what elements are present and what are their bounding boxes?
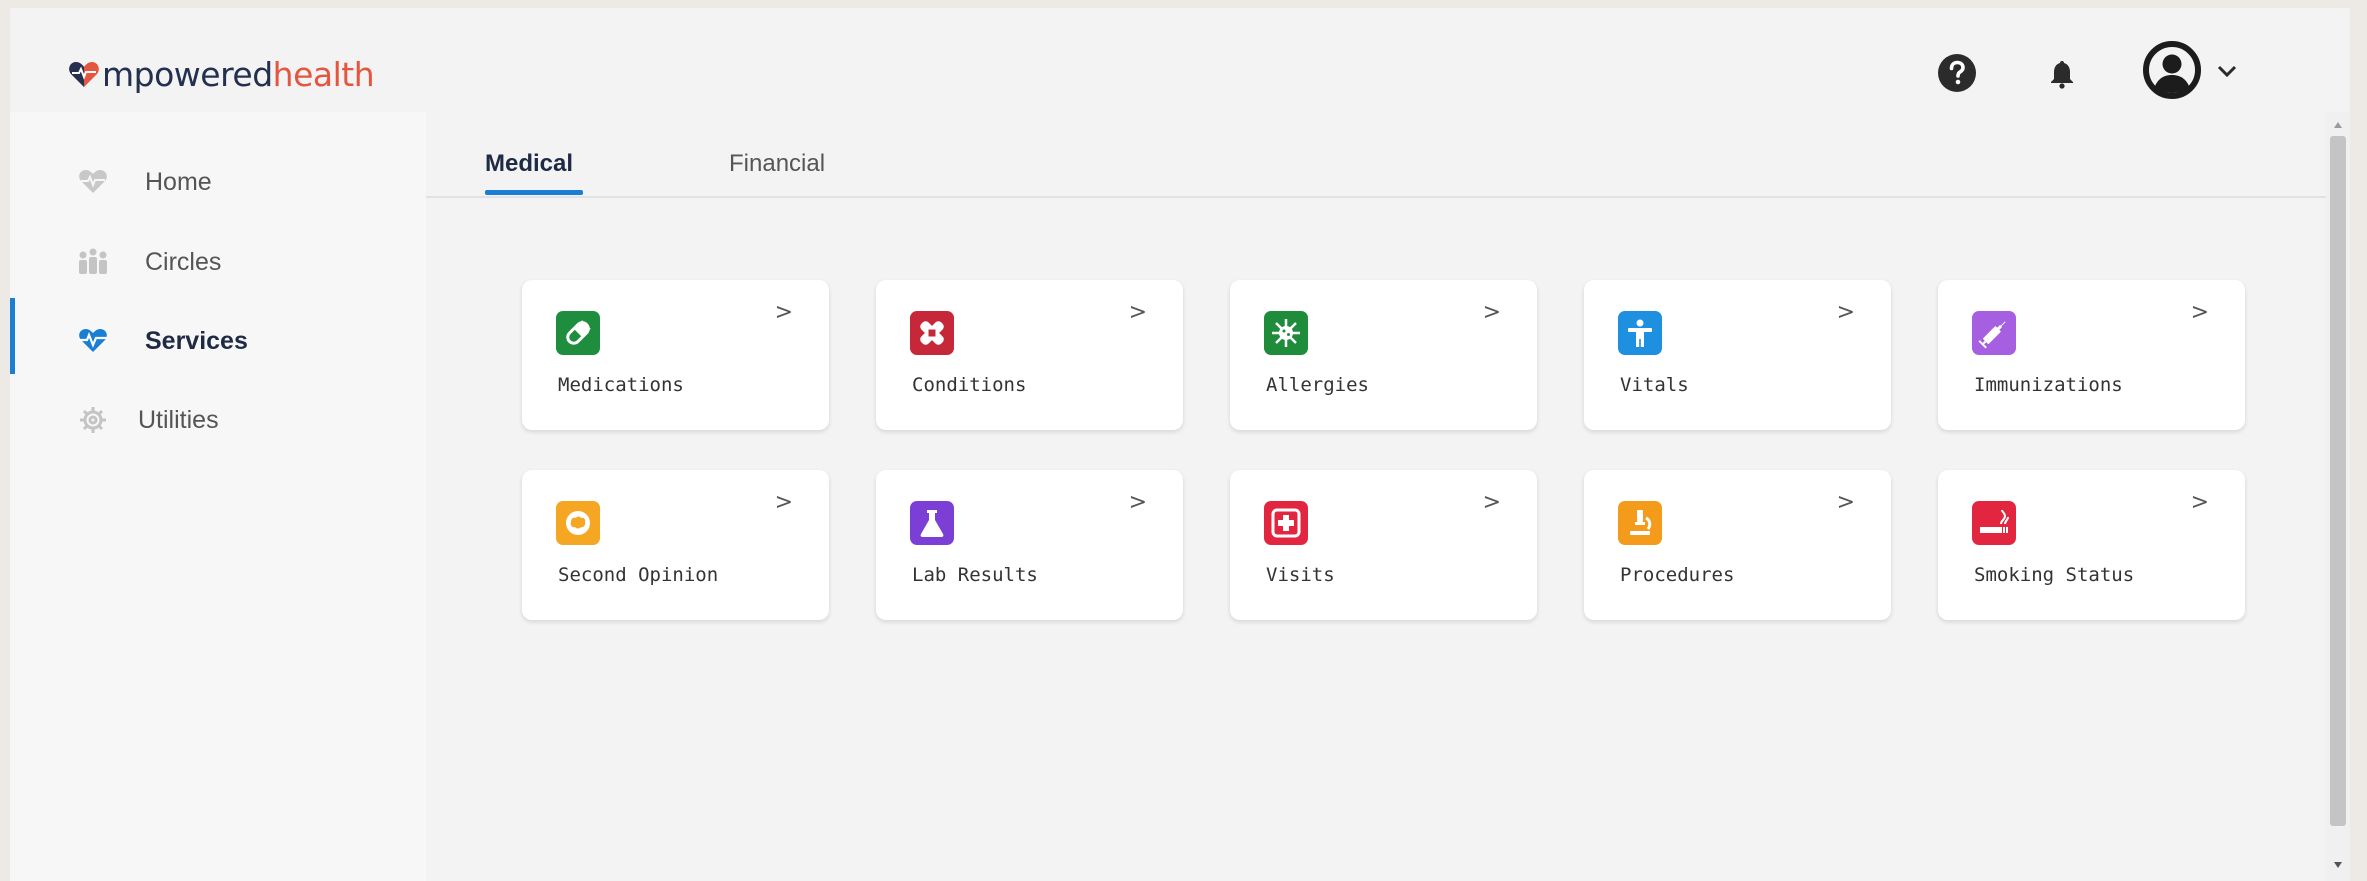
person-icon — [1618, 311, 1662, 355]
chevron-right-icon: > — [1128, 300, 1147, 325]
chevron-right-icon: > — [774, 300, 793, 325]
pill-icon — [556, 311, 600, 355]
card-label: Allergies — [1266, 374, 1369, 396]
bandage-icon — [910, 311, 954, 355]
card-lab-results[interactable]: > Lab Results — [876, 470, 1183, 620]
chevron-right-icon: > — [1836, 490, 1855, 515]
card-label: Conditions — [912, 374, 1027, 396]
card-label: Medications — [558, 374, 684, 396]
scroll-up-icon[interactable] — [2333, 120, 2343, 130]
brain-icon — [556, 501, 600, 545]
chevron-right-icon: > — [774, 490, 793, 515]
microscope-icon — [1618, 501, 1662, 545]
sidebar-item-label: Utilities — [138, 405, 219, 434]
chevron-right-icon: > — [2190, 300, 2209, 325]
smoking-icon — [1972, 501, 2016, 545]
card-medications[interactable]: > Medications — [522, 280, 829, 430]
tab-financial[interactable]: Financial — [729, 150, 825, 178]
logo-heart-icon — [69, 62, 99, 87]
user-avatar-icon[interactable] — [2140, 38, 2204, 102]
sidebar-item-label: Circles — [145, 247, 222, 276]
card-conditions[interactable]: > Conditions — [876, 280, 1183, 430]
scrollbar-thumb[interactable] — [2330, 136, 2346, 826]
vertical-scrollbar[interactable] — [2326, 112, 2350, 881]
help-icon[interactable] — [1935, 51, 1979, 95]
card-label: Lab Results — [912, 564, 1038, 586]
chevron-right-icon: > — [1482, 300, 1501, 325]
chevron-right-icon: > — [1128, 490, 1147, 515]
tab-medical[interactable]: Medical — [485, 150, 573, 178]
card-label: Vitals — [1620, 374, 1689, 396]
sidebar-item-label: Services — [145, 326, 248, 355]
card-immunizations[interactable]: > Immunizations — [1938, 280, 2245, 430]
top-bar: mpowered health — [10, 8, 2350, 112]
card-label: Smoking Status — [1974, 564, 2135, 586]
chevron-right-icon: > — [1836, 300, 1855, 325]
heart-icon — [76, 165, 110, 199]
virus-icon — [1264, 311, 1308, 355]
card-procedures[interactable]: > Procedures — [1584, 470, 1891, 620]
syringe-icon — [1972, 311, 2016, 355]
card-label: Procedures — [1620, 564, 1735, 586]
card-second-opinion[interactable]: > Second Opinion — [522, 470, 829, 620]
gear-icon — [76, 403, 110, 437]
card-allergies[interactable]: > Allergies — [1230, 280, 1537, 430]
heartbeat-icon — [76, 324, 110, 358]
active-tab-indicator — [485, 190, 583, 195]
sidebar-item-home[interactable]: Home — [10, 149, 426, 215]
brand-logo[interactable]: mpowered health — [68, 52, 375, 96]
card-label: Visits — [1266, 564, 1335, 586]
card-vitals[interactable]: > Vitals — [1584, 280, 1891, 430]
sidebar-item-utilities[interactable]: Utilities — [10, 387, 426, 453]
main-content: Medical Financial > Medications > Condit… — [426, 112, 2350, 881]
people-icon — [76, 245, 110, 279]
logo-text-accent: health — [272, 54, 375, 94]
card-visits[interactable]: > Visits — [1230, 470, 1537, 620]
scroll-down-icon[interactable] — [2333, 860, 2343, 870]
card-label: Second Opinion — [558, 564, 719, 586]
sidebar: Home Circles Services Utilities — [10, 112, 426, 881]
chevron-right-icon: > — [1482, 490, 1501, 515]
sidebar-item-label: Home — [145, 167, 212, 196]
card-label: Immunizations — [1974, 374, 2123, 396]
chevron-right-icon: > — [2190, 490, 2209, 515]
bell-icon[interactable] — [2043, 55, 2081, 93]
chevron-down-icon[interactable] — [2212, 56, 2242, 86]
sidebar-item-services[interactable]: Services — [10, 308, 426, 374]
logo-text-primary: mpowered — [102, 54, 273, 94]
flask-icon — [910, 501, 954, 545]
app-window: mpowered health Home Circles Services Ut… — [10, 8, 2350, 881]
card-smoking-status[interactable]: > Smoking Status — [1938, 470, 2245, 620]
medical-cross-icon — [1264, 501, 1308, 545]
tab-bar: Medical Financial — [426, 112, 2336, 198]
sidebar-item-circles[interactable]: Circles — [10, 229, 426, 295]
